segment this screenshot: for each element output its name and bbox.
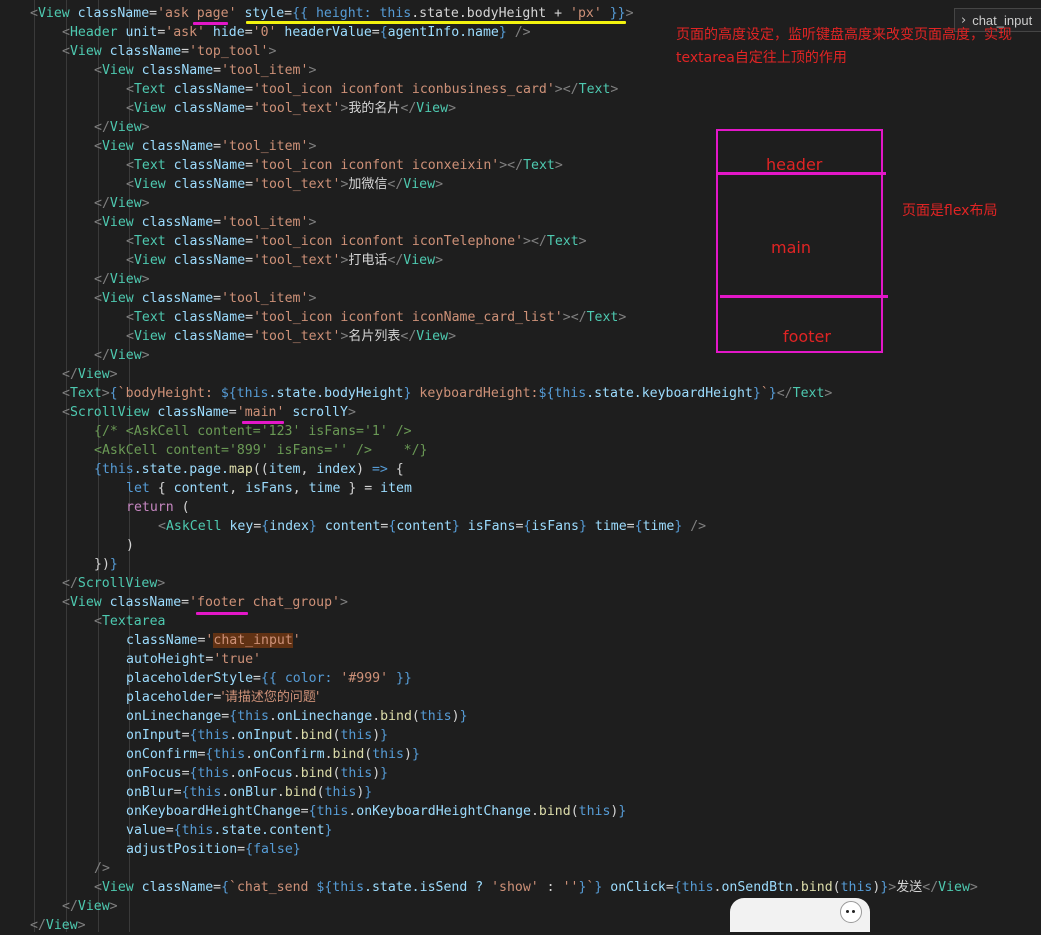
code-line: <Text className='tool_icon iconfont icon…	[126, 234, 587, 249]
code-line: <View className={`chat_send ${this.state…	[94, 880, 978, 895]
indent-guide	[66, 0, 67, 932]
code-line: autoHeight='true'	[126, 652, 261, 667]
code-line: })}	[94, 557, 118, 572]
code-line: <Text className='tool_icon iconfont icon…	[126, 310, 627, 325]
code-line: let { content, isFans, time } = item	[126, 481, 412, 496]
code-line: {this.state.page.map((item, index) => {	[94, 462, 404, 477]
code-line: onInput={this.onInput.bind(this)}	[126, 728, 389, 743]
code-line: <Textarea	[94, 614, 166, 629]
diagram-label-header: header	[766, 155, 823, 174]
code-line: placeholder='请描述您的问题'	[126, 690, 320, 705]
code-line: return (	[126, 500, 190, 515]
annotation-note-height: 页面的高度设定，监听键盘高度来改变页面高度，实现textarea自定往上顶的作用	[676, 27, 1012, 66]
code-line: </View>	[94, 272, 150, 287]
code-line: <Text className='tool_icon iconfont icon…	[126, 82, 619, 97]
code-line: <View className='tool_text'>名片列表</View>	[126, 329, 457, 344]
diagram-divider	[720, 295, 888, 298]
indent-guide	[34, 0, 35, 932]
code-line: <Text className='tool_icon iconfont icon…	[126, 158, 563, 173]
code-line: </View>	[62, 367, 118, 382]
annotation-note-flex: 页面是flex布局	[902, 203, 998, 219]
code-line: <View className='tool_text'>加微信</View>	[126, 177, 444, 192]
avatar-face-icon	[840, 901, 862, 923]
code-line: </View>	[62, 899, 118, 914]
annotation-underline-style	[246, 21, 626, 24]
code-editor[interactable]: <View className='ask page' style={{ heig…	[0, 0, 1041, 933]
code-line: </View>	[30, 918, 86, 933]
code-line: <ScrollView className='main' scrollY>	[62, 405, 356, 420]
code-line: <View className='tool_item'>	[94, 63, 317, 78]
code-line: />	[94, 861, 110, 876]
layout-diagram: header main footer	[716, 129, 888, 353]
code-line: <View className='tool_text'>打电话</View>	[126, 253, 444, 268]
code-line: <View className='footer chat_group'>	[62, 595, 348, 610]
code-line: <AskCell content='899' isFans='' /> */}	[94, 443, 428, 458]
code-line: onKeyboardHeightChange={this.onKeyboardH…	[126, 804, 627, 819]
watermark-sticker	[730, 898, 870, 932]
code-line: </View>	[94, 120, 150, 135]
code-line: {/* <AskCell content='123' isFans='1' />	[94, 424, 412, 439]
code-line: </View>	[94, 348, 150, 363]
code-line: placeholderStyle={{ color: '#999' }}	[126, 671, 412, 686]
code-line: value={this.state.content}	[126, 823, 333, 838]
code-line: adjustPosition={false}	[126, 842, 301, 857]
diagram-label-footer: footer	[783, 327, 831, 346]
code-line: <View className='tool_item'>	[94, 215, 317, 230]
code-line: <View className='top_tool'>	[62, 44, 277, 59]
code-line: <View className='tool_item'>	[94, 291, 317, 306]
annotation-underline-page	[193, 22, 228, 25]
code-line: <Header unit='ask' hide='0' headerValue=…	[62, 25, 531, 40]
annotation-underline-footer	[196, 612, 248, 615]
code-line: )	[126, 538, 134, 553]
code-line: </View>	[94, 196, 150, 211]
code-line: onFocus={this.onFocus.bind(this)}	[126, 766, 389, 781]
annotation-underline-main	[242, 421, 284, 424]
code-line: <Text>{`bodyHeight: ${this.state.bodyHei…	[62, 386, 833, 401]
code-line: </ScrollView>	[62, 576, 166, 591]
code-line: onLinechange={this.onLinechange.bind(thi…	[126, 709, 468, 724]
code-line: <AskCell key={index} content={content} i…	[158, 519, 707, 534]
code-line: onConfirm={this.onConfirm.bind(this)}	[126, 747, 420, 762]
diagram-label-main: main	[771, 238, 811, 257]
code-line: className='chat_input'	[126, 633, 301, 648]
code-line: <View className='tool_text'>我的名片</View>	[126, 101, 457, 116]
code-line: onBlur={this.onBlur.bind(this)}	[126, 785, 373, 800]
code-line: <View className='tool_item'>	[94, 139, 317, 154]
